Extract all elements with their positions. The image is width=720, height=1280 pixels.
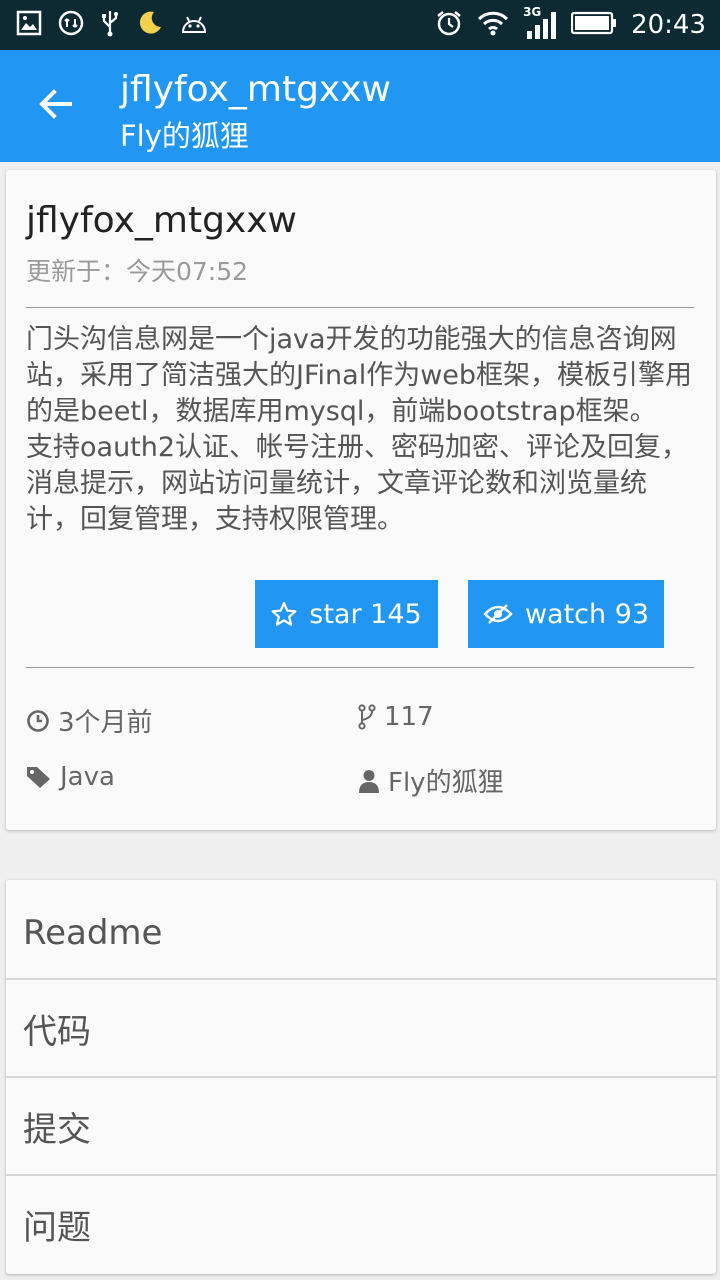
sync-icon <box>58 10 84 40</box>
owner-value: Fly的狐狸 <box>388 768 504 798</box>
clock-icon <box>27 709 49 732</box>
tag-icon <box>27 767 50 788</box>
app-bar: jflyfox_mtgxxw Fly的狐狸 <box>0 50 720 162</box>
language-value: Java <box>60 762 115 792</box>
arrow-back-icon <box>39 89 72 119</box>
user-icon <box>359 769 379 793</box>
repo-info-card: jflyfox_mtgxxw 更新于：今天07:52 门头沟信息网是一个java… <box>6 170 716 830</box>
status-bar: 3G 20:43 <box>0 0 720 50</box>
menu-item-code[interactable]: 代码 <box>6 978 716 1076</box>
usb-icon <box>100 9 120 41</box>
star-button[interactable]: star 145 <box>255 580 438 648</box>
repo-owner[interactable]: Fly的狐狸 <box>358 762 504 799</box>
android-icon <box>180 12 208 38</box>
fork-count: 117 <box>358 702 434 732</box>
clock: 20:43 <box>631 10 706 40</box>
fork-icon <box>358 704 376 730</box>
divider <box>26 667 694 668</box>
forks-value: 117 <box>384 702 434 732</box>
updated-time: 更新于：今天07:52 <box>26 257 249 286</box>
repo-language: Java <box>26 762 115 792</box>
alarm-icon <box>435 9 463 41</box>
page-title: jflyfox_mtgxxw <box>120 69 391 110</box>
wifi-icon <box>477 10 509 40</box>
menu-item-readme[interactable]: Readme <box>6 884 716 982</box>
moon-icon <box>136 9 164 41</box>
watch-label: watch 93 <box>524 598 650 630</box>
repo-menu: Readme 代码 提交 问题 <box>6 880 716 1274</box>
time-ago: 3个月前 <box>58 708 153 738</box>
page-subtitle: Fly的狐狸 <box>120 119 249 153</box>
repo-name: jflyfox_mtgxxw <box>26 200 297 241</box>
divider <box>26 307 694 308</box>
eye-icon <box>483 604 513 624</box>
battery-icon <box>570 11 617 39</box>
repo-description: 门头沟信息网是一个java开发的功能强大的信息咨询网站，采用了简洁强大的JFin… <box>26 324 693 535</box>
menu-item-issues[interactable]: 问题 <box>6 1174 716 1272</box>
last-commit-time: 3个月前 <box>26 702 153 739</box>
star-icon <box>271 601 297 626</box>
image-icon <box>16 10 42 40</box>
star-label: star 145 <box>309 598 422 630</box>
watch-button[interactable]: watch 93 <box>468 580 664 648</box>
menu-item-commits[interactable]: 提交 <box>6 1076 716 1174</box>
signal-icon: 3G <box>523 5 557 41</box>
back-button[interactable] <box>36 84 76 124</box>
